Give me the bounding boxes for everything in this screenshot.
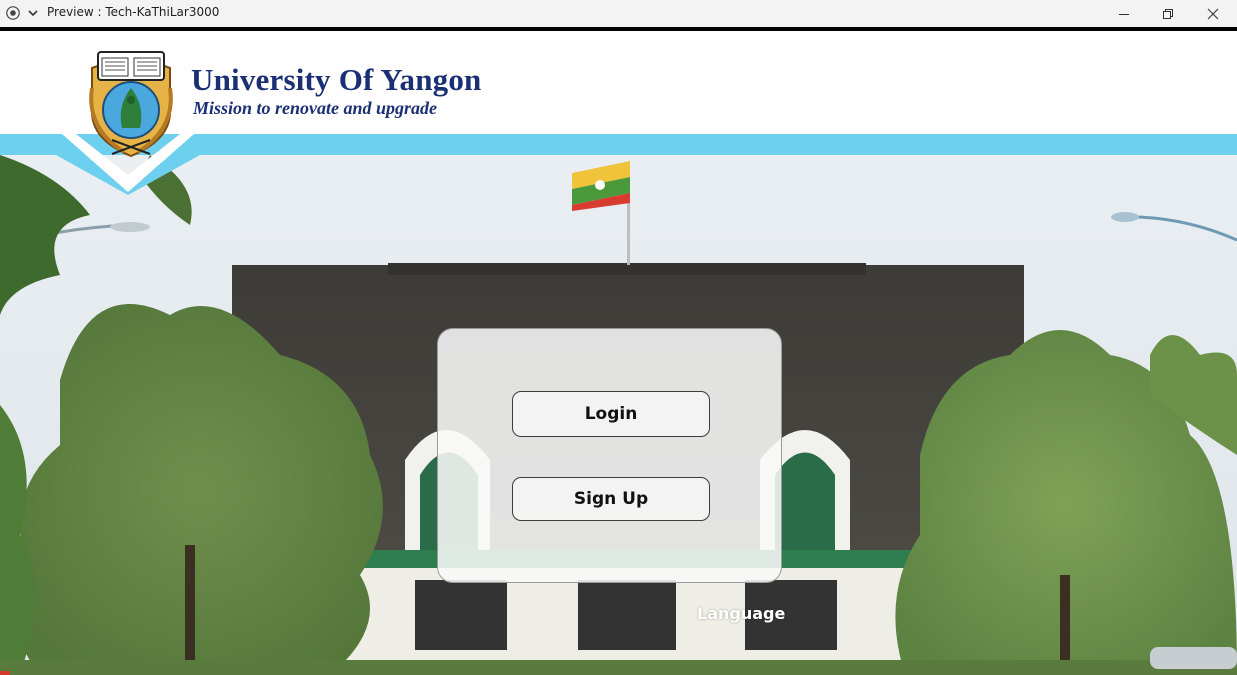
login-button[interactable]: Login [512, 391, 710, 437]
university-crest-logo [89, 51, 173, 158]
university-motto: Mission to renovate and upgrade [193, 98, 438, 118]
signup-button[interactable]: Sign Up [512, 477, 710, 521]
auth-panel: Login Sign Up [437, 328, 782, 583]
title-bar: Preview : Tech-KaThiLar3000 [0, 0, 1237, 27]
close-button[interactable] [1190, 0, 1236, 27]
app-record-icon[interactable] [5, 5, 21, 21]
window-title: Preview : Tech-KaThiLar3000 [47, 5, 220, 19]
minimize-button[interactable] [1101, 0, 1147, 27]
university-title: University Of Yangon [191, 62, 482, 97]
language-link[interactable]: Language [697, 604, 785, 623]
close-icon [1207, 8, 1219, 19]
app-window: Preview : Tech-KaThiLar3000 University O… [0, 0, 1237, 675]
minimize-icon [1119, 13, 1129, 15]
restore-icon [1163, 8, 1173, 19]
restore-button[interactable] [1145, 0, 1191, 27]
corner-marker [0, 671, 10, 675]
chevron-down-icon[interactable] [26, 5, 40, 21]
